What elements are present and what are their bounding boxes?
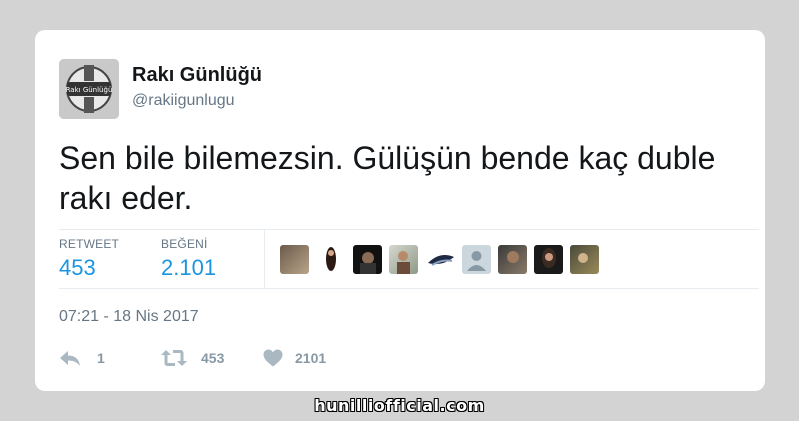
reply-button[interactable]: 1 bbox=[59, 346, 105, 370]
liker-avatar[interactable] bbox=[389, 245, 418, 274]
retweet-count: 453 bbox=[201, 350, 225, 366]
liker-avatar[interactable] bbox=[570, 245, 599, 274]
like-count: 2101 bbox=[295, 350, 327, 366]
reply-icon bbox=[59, 349, 81, 367]
tweet-text: Sen bile bilemezsin. Gülüşün bende kaç d… bbox=[59, 140, 716, 216]
stats-separator bbox=[264, 230, 265, 288]
liker-avatar[interactable] bbox=[316, 245, 345, 274]
like-stat-value: 2.101 bbox=[161, 255, 217, 280]
author-name[interactable]: Rakı Günlüğü bbox=[132, 64, 262, 87]
liker-avatar[interactable] bbox=[426, 245, 455, 274]
author-avatar[interactable]: Rakı Günlüğü bbox=[59, 59, 119, 119]
reply-count: 1 bbox=[97, 350, 105, 366]
liker-avatar-default[interactable] bbox=[462, 245, 491, 274]
retweet-stat[interactable]: RETWEET 453 bbox=[59, 237, 119, 281]
tweet-timestamp[interactable]: 07:21 - 18 Nis 2017 bbox=[59, 308, 199, 326]
retweet-stat-label: RETWEET bbox=[59, 237, 120, 251]
liker-avatar[interactable] bbox=[280, 245, 309, 274]
divider-bottom bbox=[59, 288, 759, 289]
retweet-stat-value: 453 bbox=[59, 255, 96, 280]
watermark-text: hunilliofficial.com bbox=[314, 396, 485, 415]
retweet-button[interactable]: 453 bbox=[161, 346, 224, 370]
liker-avatar[interactable] bbox=[534, 245, 563, 274]
tweet-card: Rakı Günlüğü Rakı Günlüğü @rakiigunlugu … bbox=[35, 30, 765, 391]
divider-top bbox=[59, 229, 759, 230]
liker-avatar[interactable] bbox=[498, 245, 527, 274]
like-button[interactable]: 2101 bbox=[263, 346, 326, 370]
like-stat[interactable]: BEĞENİ 2.101 bbox=[161, 237, 216, 281]
liker-avatar[interactable] bbox=[353, 245, 382, 274]
heart-icon bbox=[263, 349, 283, 367]
svg-text:Rakı Günlüğü: Rakı Günlüğü bbox=[66, 86, 113, 94]
retweet-icon bbox=[161, 349, 187, 367]
like-stat-label: BEĞENİ bbox=[161, 237, 208, 251]
author-handle[interactable]: @rakiigunlugu bbox=[132, 92, 235, 110]
